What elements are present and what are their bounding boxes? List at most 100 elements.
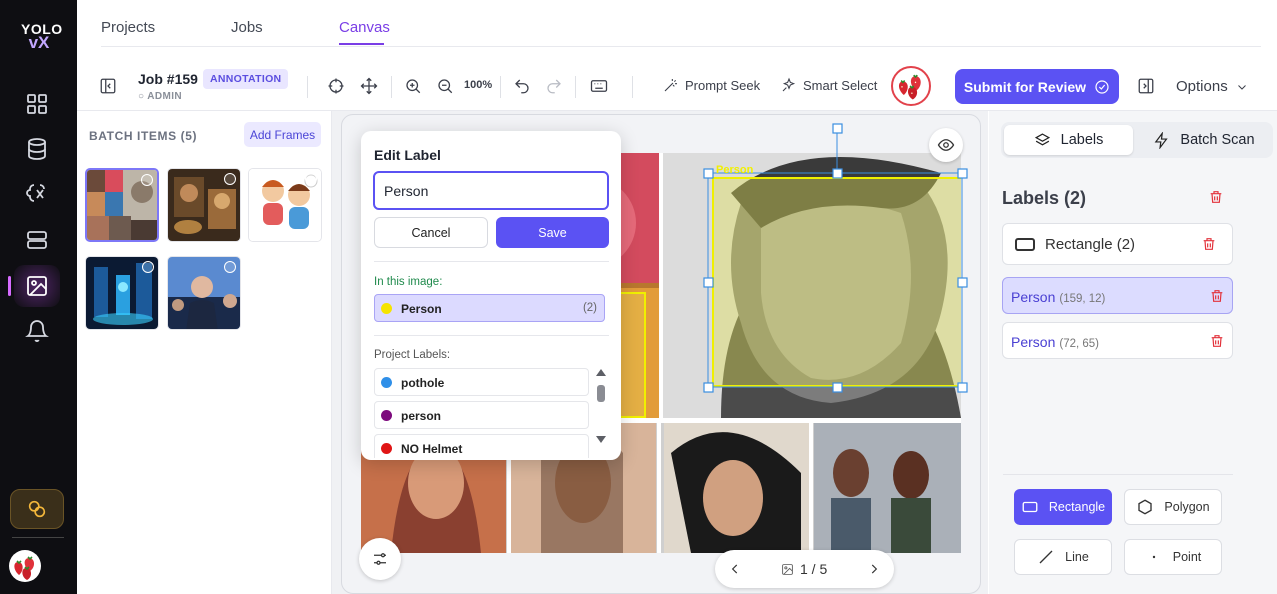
tab-active-underline [339, 43, 384, 45]
submit-for-review-button[interactable]: Submit for Review [955, 69, 1119, 104]
label-color-dot [381, 443, 392, 454]
delete-group-icon[interactable] [1201, 236, 1217, 252]
point-icon [1152, 555, 1155, 559]
wand-icon [664, 79, 677, 92]
visibility-toggle[interactable] [929, 128, 963, 162]
edit-label-title: Edit Label [374, 147, 441, 163]
submit-label: Submit for Review [963, 78, 1087, 95]
chevron-left-icon [731, 564, 738, 574]
batch-thumbnail-3[interactable] [248, 168, 322, 242]
label-group-rectangle[interactable]: Rectangle (2) [1002, 223, 1233, 265]
label-count: (2) [582, 302, 597, 314]
tab-labels[interactable]: Labels [1004, 125, 1133, 155]
label-item[interactable]: Person (159, 12) [1002, 277, 1233, 314]
zoom-in-icon[interactable] [401, 74, 425, 98]
save-button[interactable]: Save [496, 217, 609, 248]
batch-title: BATCH ITEMS (5) [89, 129, 198, 143]
polygon-tool-button[interactable]: Polygon [1124, 489, 1222, 525]
labels-count-title: Labels (2) [1002, 188, 1087, 208]
check-circle-icon [1095, 79, 1109, 94]
toolbar-divider [500, 76, 501, 98]
move-icon[interactable] [357, 74, 381, 98]
batch-thumbnail-5[interactable] [167, 256, 241, 330]
labels-scrollbar[interactable] [595, 369, 607, 449]
project-labels-list: pothole person NO Helmet [374, 368, 589, 458]
add-frames-button[interactable]: Add Frames [244, 122, 321, 147]
redo-icon[interactable] [542, 74, 566, 98]
batch-thumbnail-4[interactable] [85, 256, 159, 330]
scroll-down-icon[interactable] [596, 436, 606, 443]
avatar[interactable] [9, 550, 41, 582]
selection-circle[interactable] [224, 173, 236, 185]
cancel-button[interactable]: Cancel [374, 217, 488, 248]
delete-label-icon[interactable] [1209, 288, 1225, 304]
database-icon[interactable] [14, 131, 60, 167]
collapse-sidebar-icon[interactable] [96, 74, 120, 98]
tab-projects[interactable]: Projects [101, 19, 155, 36]
batch-thumbnail-2[interactable] [167, 168, 241, 242]
label-name-input[interactable] [373, 171, 609, 210]
project-label-person[interactable]: person [374, 401, 589, 429]
dashboard-icon[interactable] [14, 86, 60, 122]
delete-label-icon[interactable] [1209, 333, 1225, 349]
undo-icon[interactable] [510, 74, 534, 98]
image-icon[interactable] [14, 268, 60, 304]
label-item[interactable]: Person (72, 65) [1002, 322, 1233, 359]
point-tool-label: Point [1172, 550, 1202, 564]
project-label-no-helmet[interactable]: NO Helmet [374, 434, 589, 458]
server-icon[interactable] [14, 222, 60, 258]
toolbar: Job #159 ANNOTATION ○ ADMIN 100% Prompt … [77, 62, 1277, 110]
layers-icon [1034, 132, 1050, 145]
model-icon[interactable] [14, 176, 60, 212]
scroll-thumb[interactable] [597, 385, 605, 402]
label-color-dot [381, 410, 392, 421]
line-tool-button[interactable]: Line [1014, 539, 1112, 575]
zoom-out-icon[interactable] [433, 74, 457, 98]
selection-circle[interactable] [141, 174, 153, 186]
label-item-text: Person [1011, 289, 1056, 305]
canvas-settings-button[interactable] [359, 538, 401, 580]
credits-icon[interactable] [10, 489, 64, 529]
rectangle-tool-button[interactable]: Rectangle [1014, 489, 1112, 525]
prev-page-button[interactable] [726, 560, 744, 578]
scroll-up-icon[interactable] [596, 369, 606, 376]
logo[interactable]: YOLO vX [21, 22, 62, 52]
left-rail: YOLO vX [0, 0, 77, 594]
next-page-button[interactable] [865, 560, 883, 578]
project-labels-heading: Project Labels: [374, 349, 451, 361]
selection-circle[interactable] [224, 261, 236, 273]
delete-all-labels-icon[interactable] [1208, 189, 1224, 205]
tab-jobs[interactable]: Jobs [231, 19, 263, 36]
project-avatar[interactable] [891, 66, 931, 106]
project-label-pothole[interactable]: pothole [374, 368, 589, 396]
batch-thumbnail-1[interactable] [85, 168, 159, 242]
in-image-label-person[interactable]: Person (2) [374, 294, 605, 322]
bbox-label: Person [716, 164, 754, 176]
line-icon [1039, 550, 1053, 564]
bbox-handles[interactable] [700, 118, 976, 400]
rectangle-tool-label: Rectangle [1048, 500, 1106, 514]
job-type-badge: ANNOTATION [203, 69, 289, 89]
bell-icon[interactable] [14, 313, 60, 349]
lightning-icon [1155, 131, 1169, 149]
keyboard-icon[interactable] [587, 74, 611, 98]
panel-toggle-icon[interactable] [1134, 74, 1158, 98]
sparkle-icon [782, 77, 796, 92]
tab-labels-text: Labels [1060, 132, 1104, 148]
prompt-seek-button[interactable]: Prompt Seek [663, 77, 760, 93]
logo-line2: vX [28, 33, 50, 52]
label-group-name: Rectangle (2) [1045, 236, 1136, 253]
tab-canvas[interactable]: Canvas [339, 19, 390, 36]
smart-select-button[interactable]: Smart Select [781, 77, 877, 93]
selection-circle[interactable] [305, 173, 317, 185]
pagination: 1 / 5 [715, 550, 894, 588]
point-tool-button[interactable]: Point [1124, 539, 1222, 575]
crosshair-icon[interactable] [324, 74, 348, 98]
tab-batch-scan[interactable]: Batch Scan [1138, 125, 1270, 155]
image-small-icon [782, 563, 793, 575]
zoom-level[interactable]: 100% [464, 79, 492, 91]
selection-circle[interactable] [142, 261, 154, 273]
divider [374, 335, 609, 336]
options-dropdown[interactable]: Options [1176, 78, 1248, 95]
tab-batch-scan-text: Batch Scan [1180, 132, 1255, 148]
